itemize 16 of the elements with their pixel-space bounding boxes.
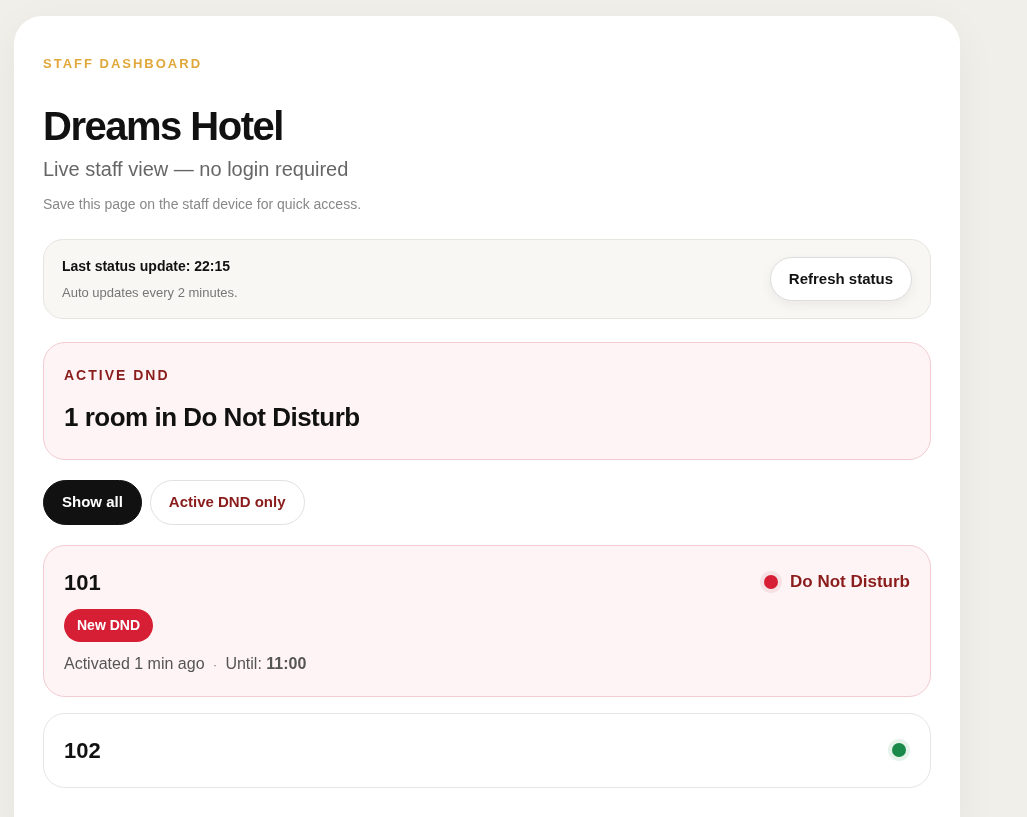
- hotel-title: Dreams Hotel: [43, 103, 284, 148]
- refresh-button[interactable]: Refresh status: [769, 256, 912, 301]
- new-dnd-badge: New DND: [64, 608, 153, 642]
- room-number: 102: [64, 736, 101, 765]
- hint-text: Save this page on the staff device for quick access.: [43, 194, 363, 214]
- activity-text: Activated 1 min ago · Until: 11:00: [64, 653, 308, 674]
- filter-tab[interactable]: Show all: [43, 480, 142, 525]
- dashboard-label: STAFF DASHBOARD: [43, 55, 204, 73]
- summary-headline: 1 room in Do Not Disturb: [64, 401, 361, 434]
- summary-label: ACTIVE DND: [64, 366, 171, 385]
- auto-update-note: Auto updates every 2 minutes.: [62, 283, 238, 302]
- subtitle: Live staff view — no login required: [43, 156, 350, 182]
- status-label: Do Not Disturb: [790, 571, 910, 594]
- last-update-text: Last status update: 22:15: [62, 256, 232, 276]
- filter-tab[interactable]: Active DND only: [149, 480, 305, 525]
- room-number: 101: [64, 568, 101, 597]
